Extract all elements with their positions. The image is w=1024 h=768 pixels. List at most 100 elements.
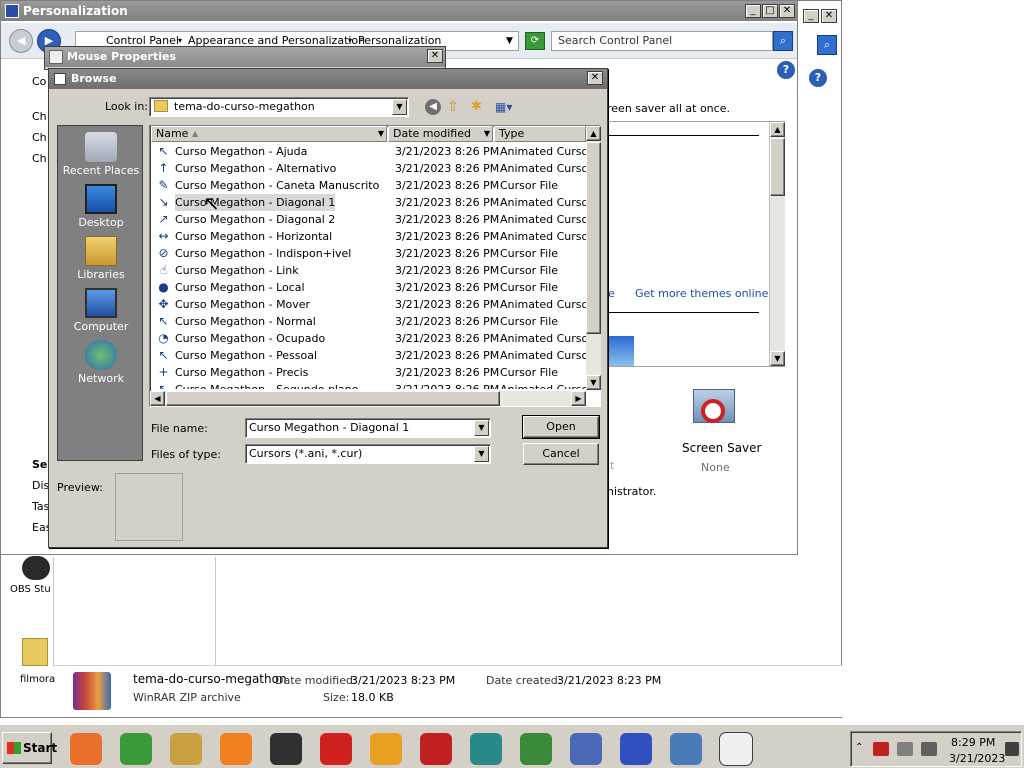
back-arrow-icon[interactable]: ◀ [425,99,441,115]
files-of-type-dropdown-arrow[interactable]: ▼ [474,446,489,462]
show-desktop-icon[interactable] [1005,742,1019,756]
obs-icon[interactable] [270,733,302,765]
see-also-fragment[interactable]: Tas [32,500,49,513]
close-button[interactable]: ✕ [779,4,795,18]
scroll-right-arrow[interactable]: ▶ [571,391,586,406]
files-of-type-select[interactable]: Cursors (*.ani, *.cur) ▼ [245,444,491,464]
back-button[interactable]: ◀ [9,29,33,53]
file-name-input[interactable]: Curso Megathon - Diagonal 1 ▼ [245,418,491,438]
file-list[interactable]: Name ▲ ▼ Date modified ▼ Type ↖ Curso Megath… [149,125,601,407]
file-row[interactable]: ◔ Curso Megathon - Ocupado 3/21/2023 8:26 … [151,330,587,347]
file-name: Curso Megathon - Local [175,281,305,294]
devcpp-icon[interactable] [420,733,452,765]
column-header-date[interactable]: Date modified ▼ [388,126,493,142]
cursor-file-icon: ↖ [158,144,169,158]
firefox-icon[interactable] [70,733,102,765]
browse-close-button[interactable]: ✕ [587,71,603,85]
file-row[interactable]: ↖ Curso Megathon - Normal 3/21/2023 8:26 P… [151,313,587,330]
help-icon[interactable]: ? [777,61,795,79]
file-row[interactable]: + Curso Megathon - Precis 3/21/2023 8:26 P… [151,364,587,381]
kodular-icon[interactable] [470,733,502,765]
minimize-button[interactable]: _ [745,4,761,18]
themes-scrollbar[interactable]: ▲ ▼ [769,122,785,366]
back-minimize-button[interactable]: _ [803,9,819,23]
screen-saver-label[interactable]: Screen Saver [682,441,761,455]
mouse-icon[interactable] [719,732,753,766]
column-header-name[interactable]: Name ▲ ▼ [151,126,387,142]
link-fragment[interactable]: e [608,287,615,300]
file-row[interactable]: ⊘ Curso Megathon - Indispon+ivel 3/21/2023… [151,245,587,262]
file-row[interactable]: ✥ Curso Megathon - Mover 3/21/2023 8:26 PM… [151,296,587,313]
left-nav-fragment[interactable]: Co [32,75,46,88]
back-close-button[interactable]: ✕ [821,9,837,23]
show-hidden-icons[interactable]: ⌃ [855,742,863,753]
mouse-properties-close-button[interactable]: ✕ [427,49,443,63]
vlc-icon[interactable] [220,733,252,765]
up-folder-icon[interactable]: ⇧ [447,99,465,115]
network-tray-icon[interactable] [897,742,913,756]
maximize-button[interactable]: □ [762,4,778,18]
scroll-up-arrow[interactable]: ▲ [586,126,601,141]
left-nav-fragment[interactable]: Ch [32,131,47,144]
chrome-icon[interactable] [120,733,152,765]
file-row[interactable]: ↖ Curso Megathon - Segundo plano 3/21/2023… [151,381,587,390]
file-name-dropdown-arrow[interactable]: ▼ [474,420,489,436]
file-row[interactable]: ☝ Curso Megathon - Link 3/21/2023 8:26 PM C… [151,262,587,279]
get-more-themes-link[interactable]: Get more themes online [635,287,768,300]
refresh-icon[interactable]: ⟳ [525,32,545,50]
details-created-label: Date created: [486,674,562,687]
back-search-icon[interactable]: ⌕ [817,35,837,55]
details-size-value: 18.0 KB [351,691,394,704]
cancel-button[interactable]: Cancel [523,443,599,465]
place-computer[interactable]: Computer [58,288,144,333]
start-button[interactable]: Start [2,732,57,764]
control-panel-icon[interactable] [670,733,702,765]
explorer-icon[interactable] [170,733,202,765]
address-dropdown-icon[interactable]: ▼ [506,32,513,50]
scroll-left-arrow[interactable]: ◀ [150,391,165,406]
back-help-icon[interactable]: ? [809,69,827,87]
left-nav-fragment[interactable]: Ch [32,152,47,165]
clock-date[interactable]: 3/21/2023 [949,752,1005,765]
folder-desktop-icon[interactable] [22,638,48,666]
file-row[interactable]: ↖ Curso Megathon - Ajuda 3/21/2023 8:26 PM… [151,143,587,160]
clock-time[interactable]: 8:29 PM [951,736,995,749]
place-recent-places[interactable]: Recent Places [58,132,144,177]
screen-saver-icon[interactable] [691,387,739,433]
place-libraries[interactable]: Libraries [58,236,144,281]
hscroll-thumb[interactable] [166,391,500,406]
search-input[interactable]: Search Control Panel [551,31,773,51]
infinity-icon[interactable] [620,733,652,765]
new-folder-icon[interactable]: ✱ [471,99,489,115]
action-center-icon[interactable] [873,742,889,756]
file-row[interactable]: ↖ Curso Megathon - Pessoal 3/21/2023 8:26 … [151,347,587,364]
open-button[interactable]: Open [522,415,600,439]
window-icon[interactable] [570,733,602,765]
see-also-fragment[interactable]: Dis [32,479,49,492]
search-icon[interactable]: ⌕ [773,31,793,51]
cursor-file-icon: ● [158,280,169,294]
chart-icon[interactable] [520,733,552,765]
place-desktop[interactable]: Desktop [58,184,144,229]
search-icon[interactable] [370,733,402,765]
left-nav-fragment[interactable]: Ch [32,110,47,123]
theme-thumbnail[interactable] [608,336,634,366]
themes-list[interactable]: e Get more themes online ▲ ▼ [607,121,785,367]
column-header-type[interactable]: Type [494,126,586,142]
scroll-down-arrow[interactable]: ▼ [586,375,601,390]
file-row[interactable]: ● Curso Megathon - Local 3/21/2023 8:26 PM… [151,279,587,296]
file-row[interactable]: ↔ Curso Megathon - Horizontal 3/21/2023 8:… [151,228,587,245]
scroll-thumb[interactable] [586,142,601,334]
file-name: Curso Megathon - Indispon+ivel [175,247,352,260]
file-row[interactable]: ↑ Curso Megathon - Alternativo 3/21/2023 8… [151,160,587,177]
mega-icon[interactable] [320,733,352,765]
file-list-vscrollbar[interactable]: ▲ ▼ [586,126,601,390]
obs-desktop-icon[interactable] [22,556,50,580]
file-type: Cursor File [500,315,559,328]
place-network[interactable]: Network [58,340,144,385]
look-in-dropdown-arrow[interactable]: ▼ [392,99,407,115]
view-menu-icon[interactable]: ▦▾ [495,99,517,115]
volume-icon[interactable] [921,742,937,756]
look-in-dropdown[interactable]: tema-do-curso-megathon ▼ [149,97,409,117]
file-list-hscrollbar[interactable]: ◀ ▶ [150,391,586,406]
